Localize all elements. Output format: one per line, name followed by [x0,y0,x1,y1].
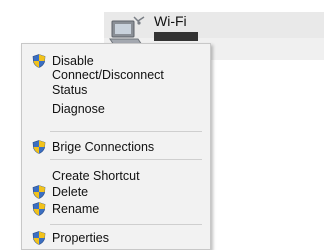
shield-icon [32,202,46,216]
menu-item-label: Properties [52,231,109,245]
menu-item-bridge-connections[interactable]: Brige Connections [22,139,210,155]
shield-icon [32,140,46,154]
shield-icon [32,54,46,68]
shield-icon [32,185,46,199]
menu-item-label: Diagnose [52,102,105,116]
menu-item-label: Delete [52,185,89,199]
shield-icon [32,231,46,245]
menu-item-delete[interactable]: Delete [22,184,210,200]
menu-item-properties[interactable]: Properties [22,230,210,246]
menu-separator [50,224,202,225]
menu-item-label: Status [52,83,88,97]
menu-item-label: Rename [52,202,100,216]
menu-item-diagnose[interactable]: Diagnose [22,101,210,117]
adapter-name: Wi-Fi [154,13,187,29]
menu-separator [50,131,202,132]
menu-item-create-shortcut[interactable]: Create Shortcut [22,168,210,184]
adapter-status-redacted [154,32,198,41]
menu-item-connect-disconnect[interactable]: Connect/Disconnect [22,67,210,83]
menu-item-rename[interactable]: Rename [22,201,210,217]
menu-item-status[interactable]: Status [22,82,210,98]
context-menu: Disable Connect/Disconnect Status Diagno… [21,43,211,250]
menu-separator [50,159,202,160]
menu-item-label: Connect/Disconnect [52,68,164,82]
menu-item-label: Create Shortcut [52,169,140,183]
menu-item-label: Brige Connections [52,140,155,154]
